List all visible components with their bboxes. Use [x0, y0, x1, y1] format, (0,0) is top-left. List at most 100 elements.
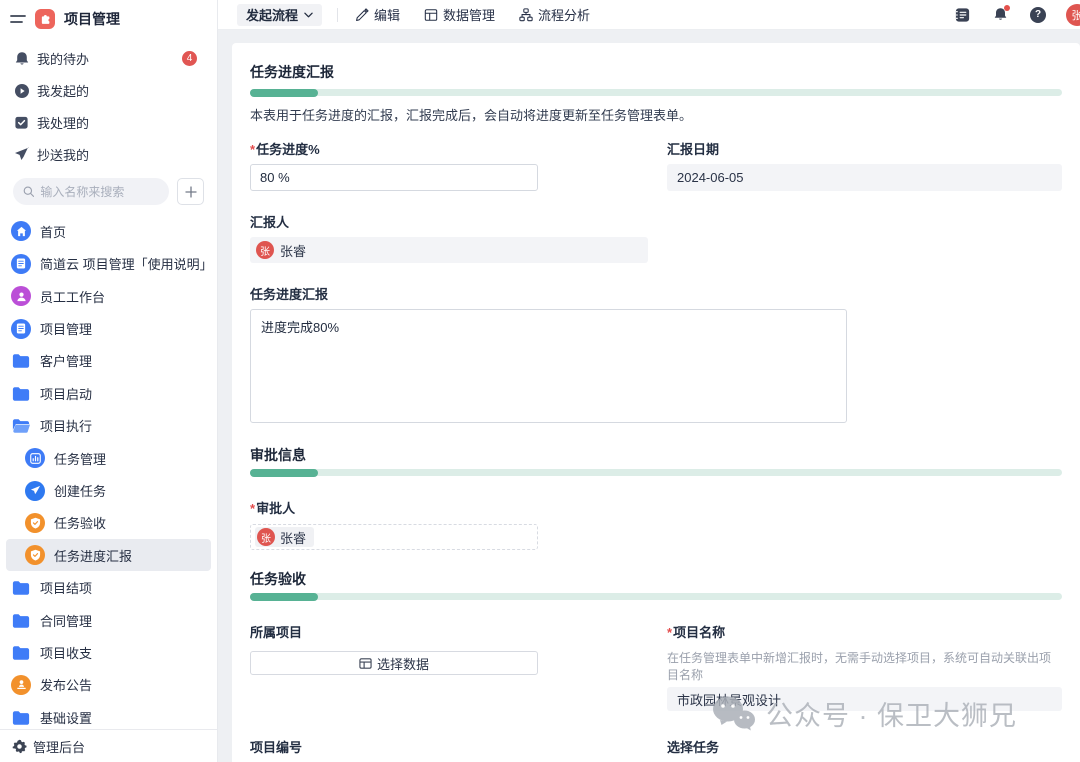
help-icon[interactable]: ?	[1030, 7, 1046, 23]
sidebar-quick-menu: 我的待办 4 我发起的 我处理的 抄送我的	[0, 43, 217, 170]
gear-icon	[12, 739, 27, 754]
app-logo-puzzle-icon	[35, 9, 55, 29]
member-tag: 张 张睿	[255, 527, 314, 547]
toolbar: 发起流程 编辑 数据管理 流程分析	[218, 0, 1080, 30]
home-icon	[11, 221, 31, 241]
send-icon	[25, 481, 45, 501]
progress-detail-textarea[interactable]: 进度完成80%	[250, 309, 847, 423]
sidebar-item-project-closing[interactable]: 项目结项	[6, 571, 211, 603]
folder-icon	[11, 707, 31, 727]
sidebar-item-task-management[interactable]: 任务管理	[6, 442, 211, 474]
flowchart-icon	[519, 8, 533, 22]
acceptance-section-title: 任务验收	[250, 569, 1062, 589]
project-name-help-text: 在任务管理表单中新增汇报时，无需手动选择项目，系统可自动关联出项目名称	[667, 649, 1062, 683]
reporter-field: 张 张睿	[250, 237, 648, 263]
sidebar-item-home[interactable]: 首页	[6, 215, 211, 247]
document-icon	[11, 254, 31, 274]
sidebar-item-usage-guide[interactable]: 简道云 项目管理「使用说明」	[6, 248, 211, 280]
hamburger-menu-icon[interactable]	[10, 13, 26, 25]
sidebar-item-label: 我处理的	[37, 113, 89, 132]
pencil-icon	[355, 8, 369, 22]
project-name-field: 市政园林景观设计	[667, 687, 1062, 711]
toolbar-right: ? 张	[932, 4, 1080, 26]
user-icon	[11, 286, 31, 306]
content-area: 任务进度汇报 本表用于任务进度的汇报，汇报完成后，会自动将进度更新至任务管理表单…	[218, 30, 1080, 762]
field-label-approver: *审批人	[250, 498, 1062, 517]
chart-icon	[25, 448, 45, 468]
sidebar-item-my-processed[interactable]: 我处理的	[0, 107, 217, 139]
search-icon	[23, 185, 34, 198]
sidebar-item-create-task[interactable]: 创建任务	[6, 474, 211, 506]
announce-icon	[11, 675, 31, 695]
sidebar-item-my-initiated[interactable]: 我发起的	[0, 75, 217, 107]
field-label-report-date: 汇报日期	[667, 139, 1062, 158]
sidebar-item-label: 我的待办	[37, 49, 89, 68]
search-box[interactable]	[13, 178, 169, 205]
section-progress-bar	[250, 593, 1062, 600]
data-management-button[interactable]: 数据管理	[424, 5, 495, 24]
plus-icon	[185, 186, 197, 198]
sidebar-item-cc-to-me[interactable]: 抄送我的	[0, 138, 217, 170]
document-icon	[11, 319, 31, 339]
section-progress-bar	[250, 89, 1062, 96]
admin-console-label: 管理后台	[33, 737, 85, 756]
start-flow-button[interactable]: 发起流程	[237, 4, 322, 26]
sidebar-header: 项目管理	[0, 4, 217, 34]
task-done-icon	[13, 114, 30, 131]
sidebar-item-project-execution[interactable]: 项目执行	[6, 410, 211, 442]
sidebar-item-contract-management[interactable]: 合同管理	[6, 604, 211, 636]
user-avatar[interactable]: 张	[1066, 4, 1080, 26]
todo-count-badge: 4	[182, 51, 197, 66]
toolbar-divider	[337, 8, 338, 22]
search-input[interactable]	[40, 185, 159, 199]
sidebar-item-publish-announcement[interactable]: 发布公告	[6, 669, 211, 701]
field-label-select-task: 选择任务	[667, 737, 1062, 756]
approver-avatar: 张	[257, 528, 275, 546]
add-button[interactable]	[177, 178, 204, 205]
sidebar-nav: 首页 简道云 项目管理「使用说明」 员工工作台 项目管理 客户管理 项目启动	[0, 215, 217, 729]
sidebar: 项目管理 我的待办 4 我发起的 我处理的 抄送我的	[0, 0, 218, 762]
sidebar-item-label: 我发起的	[37, 81, 89, 100]
approval-section-title: 审批信息	[250, 445, 1062, 465]
form-description: 本表用于任务进度的汇报，汇报完成后，会自动将进度更新至任务管理表单。	[250, 105, 1062, 124]
folder-icon	[11, 578, 31, 598]
flow-analysis-button[interactable]: 流程分析	[519, 5, 590, 24]
bell-icon	[13, 50, 30, 67]
form-title: 任务进度汇报	[250, 62, 1062, 82]
approver-field[interactable]: 张 张睿	[250, 524, 538, 550]
sidebar-item-project-management[interactable]: 项目管理	[6, 312, 211, 344]
section-progress-bar	[250, 469, 1062, 476]
field-label-progress-detail: 任务进度汇报	[250, 284, 1062, 303]
shield-check-icon	[25, 545, 45, 565]
field-label-reporter: 汇报人	[250, 212, 1062, 231]
play-circle-icon	[13, 82, 30, 99]
app-window: 项目管理 我的待办 4 我发起的 我处理的 抄送我的	[0, 0, 1080, 762]
journal-icon[interactable]	[954, 7, 971, 23]
sidebar-item-my-todo[interactable]: 我的待办 4	[0, 43, 217, 75]
sidebar-item-project-start[interactable]: 项目启动	[6, 377, 211, 409]
notifications-bell-icon[interactable]	[993, 7, 1008, 22]
paper-plane-icon	[13, 146, 30, 163]
shield-check-icon	[25, 513, 45, 533]
edit-button[interactable]: 编辑	[355, 5, 400, 24]
sidebar-item-basic-settings[interactable]: 基础设置	[6, 701, 211, 729]
notification-dot	[1004, 5, 1010, 11]
task-progress-input[interactable]	[250, 164, 538, 191]
sidebar-item-label: 抄送我的	[37, 145, 89, 164]
chevron-down-icon	[304, 12, 313, 18]
sidebar-item-project-finance[interactable]: 项目收支	[6, 636, 211, 668]
sidebar-search-row	[13, 178, 204, 205]
sidebar-item-staff-workbench[interactable]: 员工工作台	[6, 280, 211, 312]
admin-console-button[interactable]: 管理后台	[0, 729, 217, 762]
sidebar-item-task-acceptance[interactable]: 任务验收	[6, 507, 211, 539]
folder-icon	[11, 351, 31, 371]
select-project-data-button[interactable]: 选择数据	[250, 651, 538, 675]
main-area: 发起流程 编辑 数据管理 流程分析	[218, 0, 1080, 762]
field-label-parent-project: 所属项目	[250, 622, 648, 641]
folder-icon	[11, 642, 31, 662]
sidebar-item-customer-management[interactable]: 客户管理	[6, 345, 211, 377]
reporter-avatar: 张	[256, 241, 274, 259]
reporter-name: 张睿	[280, 241, 306, 260]
sidebar-item-task-progress-report[interactable]: 任务进度汇报	[6, 539, 211, 571]
select-data-icon	[359, 657, 372, 670]
